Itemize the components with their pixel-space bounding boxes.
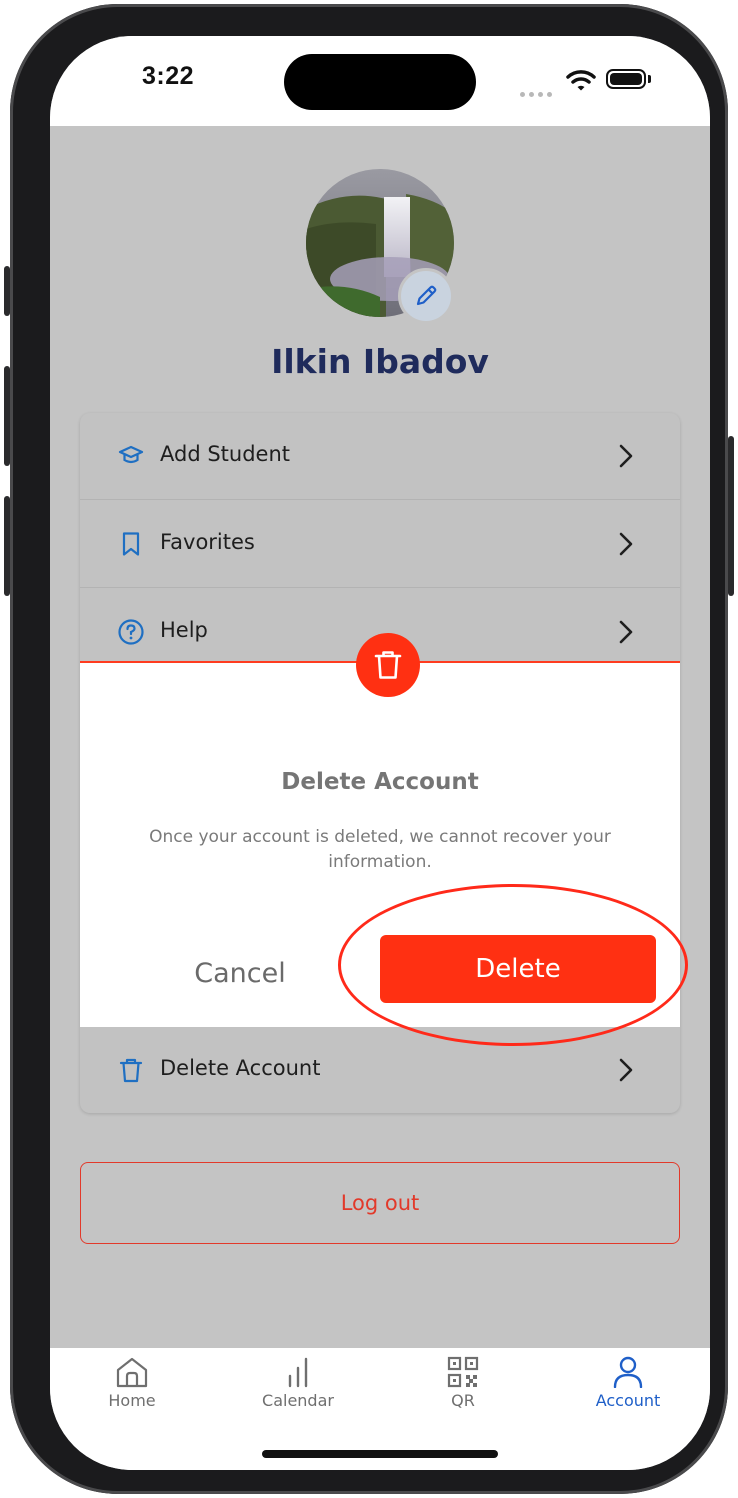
status-time: 3:22 [142,62,195,90]
dialog-message: Once your account is deleted, we cannot … [149,827,611,872]
tab-label: Calendar [262,1391,334,1410]
tab-home[interactable]: Home [72,1356,192,1416]
mute-switch [4,266,10,316]
trash-icon [374,651,402,679]
user-icon [613,1356,643,1388]
menu-item-label: Help [160,618,208,642]
chevron-right-icon [619,532,633,556]
chevron-right-icon [619,1058,633,1082]
highlight-ellipse [338,884,688,1046]
tab-calendar[interactable]: Calendar [238,1356,358,1416]
battery-icon [606,69,646,89]
tab-label: Account [595,1391,661,1410]
home-indicator [262,1450,498,1458]
dialog-title: Delete Account [281,769,479,795]
battery-cap [648,75,651,83]
profile-name: Ilkin Ibadov [271,342,489,381]
tab-label: QR [451,1391,475,1410]
menu-item-label: Favorites [160,530,255,554]
menu-item-add-student[interactable]: Add Student [80,413,680,500]
tab-qr[interactable]: QR [403,1356,523,1416]
edit-avatar-button[interactable] [398,268,454,324]
cancel-button[interactable]: Cancel [160,949,320,999]
status-bar: 3:22 [50,36,710,126]
bar-chart-icon [288,1357,308,1388]
volume-up-button [4,366,10,466]
home-icon [116,1357,148,1388]
tab-account[interactable]: Account [568,1356,688,1416]
volume-down-button [4,496,10,596]
qr-code-icon [447,1356,479,1388]
menu-item-delete-account[interactable]: Delete Account [80,1027,680,1113]
menu-item-label: Delete Account [160,1056,321,1080]
chevron-right-icon [619,444,633,468]
trash-icon [119,1058,143,1083]
bookmark-icon [122,532,140,556]
power-button [728,436,734,596]
logout-button[interactable]: Log out [80,1162,680,1244]
cellular-signal-icon [520,82,556,101]
help-circle-icon [118,619,144,645]
pencil-icon [416,285,437,306]
dynamic-island [284,54,476,110]
dialog-badge [356,633,420,697]
tab-label: Home [108,1391,156,1410]
app-screen: 3:22 Ilkin Ibadov Add Student Favorites … [50,36,710,1470]
menu-item-label: Add Student [160,442,290,466]
phone-frame: 3:22 Ilkin Ibadov Add Student Favorites … [4,4,734,1494]
chevron-right-icon [619,620,633,644]
menu-item-favorites[interactable]: Favorites [80,501,680,588]
graduation-cap-icon [118,445,144,464]
wifi-icon [566,70,596,91]
